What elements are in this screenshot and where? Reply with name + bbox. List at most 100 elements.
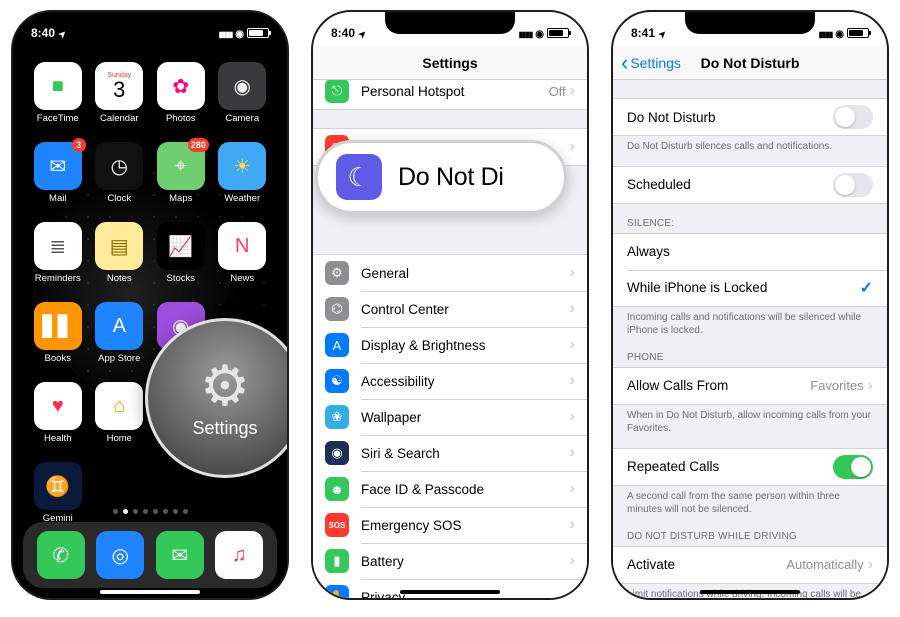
location-icon [659,26,667,40]
location-icon [359,26,367,40]
app-label: FaceTime [37,113,79,124]
settings-row-emergency-sos[interactable]: SOSEmergency SOS [313,507,587,543]
nav-header: Settings Do Not Disturb [613,46,887,80]
chevron-right-icon [570,138,575,156]
notch [685,12,815,34]
settings-row-display-brightness[interactable]: ADisplay & Brightness [313,327,587,363]
dock-messages[interactable]: ✉ [156,531,204,579]
app-label: Notes [107,273,132,284]
app-icon: A [95,302,143,350]
row-scheduled[interactable]: Scheduled [613,167,887,203]
row-icon: ❀ [325,405,349,429]
wifi-icon [535,26,544,40]
row-icon: ⎋ [325,80,349,103]
app-photos[interactable]: ✿ Photos [150,62,212,140]
chevron-right-icon [868,556,873,574]
app-stocks[interactable]: 📈Stocks [150,222,212,300]
switch-repeated[interactable] [833,455,873,479]
nav-header: Settings [313,46,587,80]
chevron-right-icon [570,372,575,390]
check-icon [860,278,873,298]
switch-scheduled[interactable] [833,173,873,197]
row-label: Siri & Search [361,446,570,461]
wifi-icon [235,26,244,40]
page-indicator[interactable] [13,509,287,514]
row-icon: ▮ [325,549,349,573]
dnd-settings-list[interactable]: Do Not Disturb Do Not Disturb silences c… [613,80,887,598]
row-allow-calls[interactable]: Allow Calls From Favorites [613,368,887,404]
app-mail[interactable]: ✉3Mail [27,142,89,220]
dock-phone[interactable]: ✆ [37,531,85,579]
app-label: Reminders [35,273,81,284]
app-app-store[interactable]: A App Store [89,302,151,380]
settings-row-personal-hotspot[interactable]: ⎋Personal HotspotOff [313,80,587,109]
home-indicator[interactable] [400,590,500,594]
footer-allow: When in Do Not Disturb, allow incoming c… [613,405,887,436]
app-icon: ✿ [157,62,205,110]
badge: 3 [72,138,86,152]
app-calendar[interactable]: Sunday3Calendar [89,62,151,140]
chevron-right-icon [570,336,575,354]
app-label: Health [44,433,71,444]
header-silence: SILENCE: [613,204,887,233]
battery-icon [847,28,869,38]
app-icon: ♥ [34,382,82,430]
row-icon: ◉ [325,441,349,465]
row-silence-locked[interactable]: While iPhone is Locked [613,270,887,306]
switch-dnd[interactable] [833,105,873,129]
row-value: Off [549,84,566,99]
app-label: Home [107,433,132,444]
app-label: Books [45,353,71,364]
settings-row-wallpaper[interactable]: ❀ Wallpaper [313,399,587,435]
chevron-right-icon [570,480,575,498]
app-label: Photos [166,113,196,124]
chevron-right-icon [570,82,575,100]
dock-music[interactable]: ♫ [215,531,263,579]
row-silence-always[interactable]: Always [613,234,887,270]
home-indicator[interactable] [700,590,800,594]
footer-dnd: Do Not Disturb silences calls and notifi… [613,136,887,154]
app-books[interactable]: ▋▋Books [27,302,89,380]
app-icon: ▤ [95,222,143,270]
footer-silence: Incoming calls and notifications will be… [613,307,887,338]
signal-icon [519,26,533,40]
settings-row-face-id-passcode[interactable]: ☻Face ID & Passcode [313,471,587,507]
app-news[interactable]: NNews [212,222,274,300]
app-home[interactable]: ⌂Home [89,382,151,460]
app-icon: ⌖280 [157,142,205,190]
app-clock[interactable]: ◷Clock [89,142,151,220]
app-maps[interactable]: ⌖280Maps [150,142,212,220]
row-repeated-calls[interactable]: Repeated Calls [613,449,887,485]
home-indicator[interactable] [100,590,200,594]
chevron-right-icon [570,444,575,462]
row-label: Wallpaper [361,410,570,425]
settings-row-siri-search[interactable]: ◉ Siri & Search [313,435,587,471]
nav-back-button[interactable]: Settings [621,55,681,71]
footer-repeated: A second call from the same person withi… [613,486,887,517]
phone-settings-list: 8:40 Settings ⎋Personal HotspotOff ◻Noti… [311,10,589,600]
app-health[interactable]: ♥ Health [27,382,89,460]
app-label: App Store [98,353,140,364]
zoom-callout-dnd-row[interactable]: ☾ Do Not Di [315,140,567,214]
status-time: 8:41 [631,26,655,40]
row-icon: ✋ [325,585,349,598]
moon-icon: ☾ [336,154,382,200]
nav-title: Do Not Disturb [701,55,800,71]
settings-row-control-center[interactable]: ⌬Control Center [313,291,587,327]
app-label: Weather [224,193,260,204]
app-reminders[interactable]: ≣Reminders [27,222,89,300]
app-camera[interactable]: ◉Camera [212,62,274,140]
settings-row-battery[interactable]: ▮Battery [313,543,587,579]
app-notes[interactable]: ▤ Notes [89,222,151,300]
row-dnd-toggle[interactable]: Do Not Disturb [613,99,887,135]
settings-row-privacy[interactable]: ✋Privacy [313,579,587,598]
dock-safari[interactable]: ◎ [96,531,144,579]
app-facetime[interactable]: ■FaceTime [27,62,89,140]
settings-row-accessibility[interactable]: ☯Accessibility [313,363,587,399]
chevron-right-icon [570,552,575,570]
signal-icon [819,26,833,40]
row-label: Face ID & Passcode [361,482,570,497]
app-weather[interactable]: ☀Weather [212,142,274,220]
settings-row-general[interactable]: ⚙General [313,255,587,291]
row-activate[interactable]: Activate Automatically [613,547,887,583]
